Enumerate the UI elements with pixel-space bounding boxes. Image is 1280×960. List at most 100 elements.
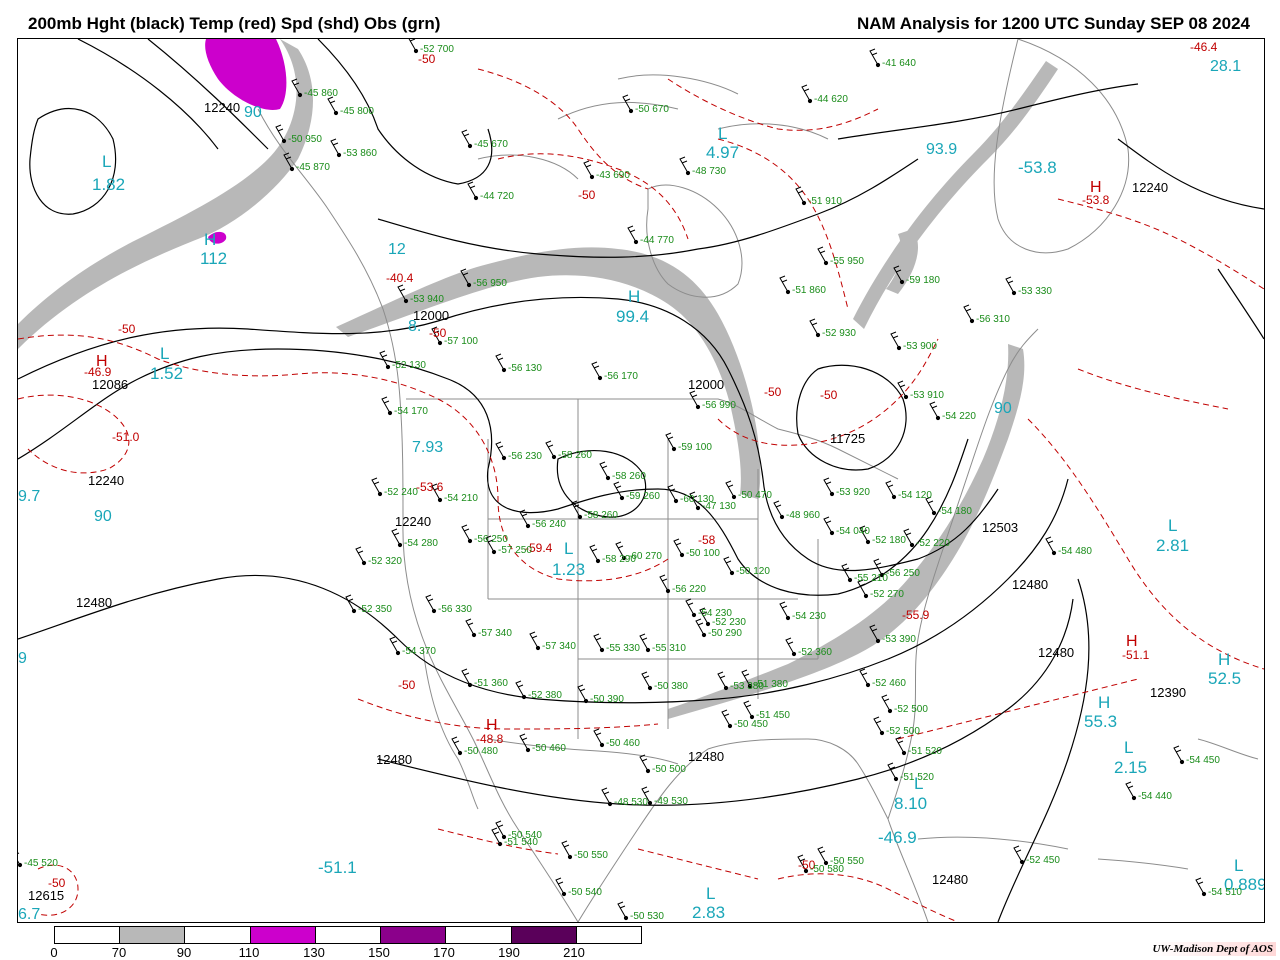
station-observation: -51 360 — [474, 678, 508, 689]
legend-color-segment — [511, 927, 577, 943]
wind-barb — [613, 481, 623, 499]
station-observation: -50 550 — [574, 850, 608, 861]
temperature-label: -53.6 — [416, 480, 444, 494]
station-observation: -56 950 — [473, 278, 507, 289]
wind-barb — [841, 563, 851, 581]
station-observation: -57 100 — [444, 336, 478, 347]
temperature-label: -50 — [820, 388, 838, 402]
wind-barb — [577, 684, 587, 702]
legend-color-segment — [250, 927, 316, 943]
low-center: L — [1124, 738, 1134, 757]
station-observation: -58 260 — [584, 510, 618, 521]
wind-barb — [673, 538, 683, 556]
station-observation: -52 460 — [872, 678, 906, 689]
temperature-label: -48.8 — [476, 732, 504, 746]
wind-barb — [515, 680, 525, 698]
legend-color-segment — [185, 927, 251, 943]
pressure-center-value: -46.9 — [878, 828, 917, 847]
wind-barb — [465, 618, 475, 636]
station-observation: -54 220 — [942, 411, 976, 422]
temp-atlantic — [1027, 198, 1264, 670]
legend-tick-label: 130 — [303, 945, 325, 960]
station-observation: -52 380 — [528, 690, 562, 701]
station-observation: -54 440 — [1138, 791, 1172, 802]
wind-barb — [1173, 745, 1183, 763]
low-center: L — [160, 344, 170, 363]
station-observation: -52 930 — [822, 328, 856, 339]
low-center: L — [102, 152, 112, 171]
station-observation: -52 700 — [420, 44, 454, 55]
temp-minus50-gulf — [777, 873, 959, 922]
station-observation: -56 310 — [976, 314, 1010, 325]
wind-barb — [555, 877, 565, 895]
wind-barb — [873, 716, 883, 734]
wind-barb — [495, 353, 505, 371]
wind-barb — [591, 361, 601, 379]
temperature-label: -50 — [578, 188, 596, 202]
height-label: 12390 — [1150, 685, 1187, 700]
temperature-label: -50 — [764, 385, 782, 399]
station-observation: -51 520 — [908, 746, 942, 757]
station-observation: -50 290 — [708, 628, 742, 639]
wind-barb — [495, 441, 505, 459]
wind-barb — [773, 500, 783, 518]
legend-color-segment — [315, 927, 382, 943]
station-observation: -50 450 — [734, 719, 768, 730]
height-label: 12480 — [1038, 645, 1075, 660]
station-observation: -54 230 — [792, 611, 826, 622]
height-label: 12480 — [76, 595, 113, 610]
high-center-value: 55.3 — [1084, 712, 1118, 731]
station-observation: -56 990 — [702, 400, 736, 411]
wind-barb — [743, 700, 753, 718]
wind-barb — [659, 574, 669, 592]
wind-barb — [583, 160, 593, 178]
wind-barb — [1125, 781, 1135, 799]
station-observation: -45 520 — [24, 858, 58, 869]
wind-barb — [885, 480, 895, 498]
station-observation: -49 530 — [654, 796, 688, 807]
station-observation: -52 240 — [384, 487, 418, 498]
geography-lines — [257, 39, 1259, 922]
wind-barb — [617, 901, 627, 919]
station-observation: -52 360 — [798, 647, 832, 658]
station-observation: -44 720 — [480, 191, 514, 202]
wind-barb — [589, 544, 599, 562]
wind-barb — [18, 852, 21, 866]
high-center-value: 52.5 — [1208, 669, 1242, 688]
station-observation: -53 860 — [343, 148, 377, 159]
station-observation: -53 920 — [836, 487, 870, 498]
speed-label: 90 — [244, 104, 262, 121]
station-observation: -54 370 — [402, 646, 436, 657]
low-center-value: 2.81 — [1156, 536, 1190, 555]
height-label: 12240 — [88, 473, 125, 488]
legend-tick-label: 150 — [368, 945, 390, 960]
station-observation: -48 960 — [786, 510, 820, 521]
wind-barb — [679, 156, 689, 174]
high-center-symbol: H — [1090, 179, 1102, 196]
wind-barb — [1013, 845, 1023, 863]
wind-barb — [561, 840, 571, 858]
speed-label: 28.1 — [1210, 58, 1242, 75]
wind-barb — [779, 601, 789, 619]
station-observation: -55 950 — [830, 256, 864, 267]
station-observation: -50 580 — [810, 864, 844, 875]
height-label: 12503 — [982, 520, 1019, 535]
wind-barb — [869, 48, 879, 66]
wind-barb — [1005, 276, 1015, 294]
height-label: 11725 — [830, 431, 866, 446]
wind-barb — [1195, 877, 1205, 895]
wind-barb — [639, 754, 649, 772]
low-center: L — [1234, 856, 1244, 875]
wind-barb — [327, 96, 337, 114]
wind-barb — [929, 401, 939, 419]
station-observation: -60 270 — [628, 551, 662, 562]
height-label: 12480 — [932, 872, 969, 887]
arctic-islands — [477, 74, 829, 180]
speed-label: 93.9 — [926, 141, 958, 158]
height-label: 12480 — [1012, 577, 1049, 592]
station-observation: -45 870 — [296, 162, 330, 173]
height-label: 12480 — [376, 752, 413, 767]
wind-barb — [823, 477, 833, 495]
wind-barb — [963, 304, 973, 322]
wind-barb — [355, 546, 365, 564]
